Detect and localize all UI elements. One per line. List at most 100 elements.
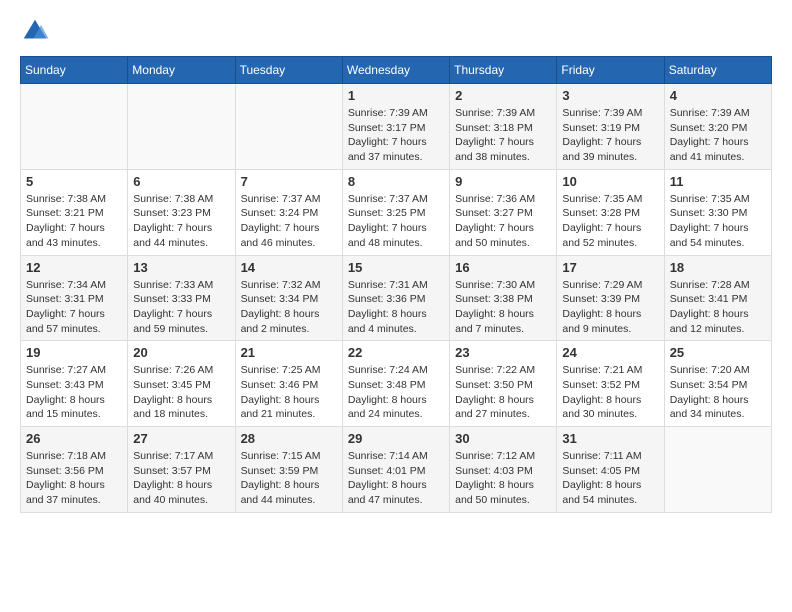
day-number: 6 bbox=[133, 174, 229, 189]
day-number: 18 bbox=[670, 260, 766, 275]
day-info: Sunrise: 7:38 AM Sunset: 3:21 PM Dayligh… bbox=[26, 192, 122, 251]
calendar-cell: 4 Sunrise: 7:39 AM Sunset: 3:20 PM Daylig… bbox=[664, 84, 771, 170]
calendar-week-1: 5 Sunrise: 7:38 AM Sunset: 3:21 PM Daylig… bbox=[21, 169, 772, 255]
calendar-cell: 28Sunrise: 7:15 AM Sunset: 3:59 PM Dayli… bbox=[235, 427, 342, 513]
day-number: 20 bbox=[133, 345, 229, 360]
day-number: 30 bbox=[455, 431, 551, 446]
day-info: Sunrise: 7:12 AM Sunset: 4:03 PM Dayligh… bbox=[455, 449, 551, 508]
day-number: 14 bbox=[241, 260, 337, 275]
day-info: Sunrise: 7:17 AM Sunset: 3:57 PM Dayligh… bbox=[133, 449, 229, 508]
calendar-cell: 7Sunrise: 7:37 AM Sunset: 3:24 PM Daylig… bbox=[235, 169, 342, 255]
day-number: 26 bbox=[26, 431, 122, 446]
day-info: Sunrise: 7:24 AM Sunset: 3:48 PM Dayligh… bbox=[348, 363, 444, 422]
day-info: Sunrise: 7:33 AM Sunset: 3:33 PM Dayligh… bbox=[133, 278, 229, 337]
calendar-cell: 5 Sunrise: 7:38 AM Sunset: 3:21 PM Daylig… bbox=[21, 169, 128, 255]
calendar-cell bbox=[664, 427, 771, 513]
calendar-cell bbox=[21, 84, 128, 170]
calendar-cell: 10 Sunrise: 7:35 AM Sunset: 3:28 PM Dayli… bbox=[557, 169, 664, 255]
day-info: Sunrise: 7:39 AM Sunset: 3:19 PM Dayligh… bbox=[562, 106, 658, 165]
day-number: 2 bbox=[455, 88, 551, 103]
day-info: Sunrise: 7:38 AM Sunset: 3:23 PM Dayligh… bbox=[133, 192, 229, 251]
day-info: Sunrise: 7:26 AM Sunset: 3:45 PM Dayligh… bbox=[133, 363, 229, 422]
day-number: 5 bbox=[26, 174, 122, 189]
day-info: Sunrise: 7:14 AM Sunset: 4:01 PM Dayligh… bbox=[348, 449, 444, 508]
calendar-cell: 31Sunrise: 7:11 AM Sunset: 4:05 PM Dayli… bbox=[557, 427, 664, 513]
day-info: Sunrise: 7:36 AM Sunset: 3:27 PM Dayligh… bbox=[455, 192, 551, 251]
calendar-cell: 18 Sunrise: 7:28 AM Sunset: 3:41 PM Dayli… bbox=[664, 255, 771, 341]
day-number: 9 bbox=[455, 174, 551, 189]
day-info: Sunrise: 7:34 AM Sunset: 3:31 PM Dayligh… bbox=[26, 278, 122, 337]
calendar-cell: 11 Sunrise: 7:35 AM Sunset: 3:30 PM Dayli… bbox=[664, 169, 771, 255]
day-number: 13 bbox=[133, 260, 229, 275]
calendar-cell: 20 Sunrise: 7:26 AM Sunset: 3:45 PM Dayli… bbox=[128, 341, 235, 427]
calendar-cell: 29 Sunrise: 7:14 AM Sunset: 4:01 PM Dayli… bbox=[342, 427, 449, 513]
calendar-cell: 15 Sunrise: 7:31 AM Sunset: 3:36 PM Dayli… bbox=[342, 255, 449, 341]
calendar-cell: 6 Sunrise: 7:38 AM Sunset: 3:23 PM Daylig… bbox=[128, 169, 235, 255]
day-info: Sunrise: 7:27 AM Sunset: 3:43 PM Dayligh… bbox=[26, 363, 122, 422]
day-info: Sunrise: 7:39 AM Sunset: 3:20 PM Dayligh… bbox=[670, 106, 766, 165]
day-info: Sunrise: 7:37 AM Sunset: 3:24 PM Dayligh… bbox=[241, 192, 337, 251]
day-info: Sunrise: 7:11 AM Sunset: 4:05 PM Dayligh… bbox=[562, 449, 658, 508]
day-number: 1 bbox=[348, 88, 444, 103]
day-info: Sunrise: 7:31 AM Sunset: 3:36 PM Dayligh… bbox=[348, 278, 444, 337]
calendar-week-2: 12 Sunrise: 7:34 AM Sunset: 3:31 PM Dayli… bbox=[21, 255, 772, 341]
day-number: 11 bbox=[670, 174, 766, 189]
calendar-cell: 27Sunrise: 7:17 AM Sunset: 3:57 PM Dayli… bbox=[128, 427, 235, 513]
day-number: 15 bbox=[348, 260, 444, 275]
calendar-cell: 21 Sunrise: 7:25 AM Sunset: 3:46 PM Dayli… bbox=[235, 341, 342, 427]
calendar-cell: 30 Sunrise: 7:12 AM Sunset: 4:03 PM Dayli… bbox=[450, 427, 557, 513]
day-info: Sunrise: 7:35 AM Sunset: 3:30 PM Dayligh… bbox=[670, 192, 766, 251]
calendar-cell: 23 Sunrise: 7:22 AM Sunset: 3:50 PM Dayli… bbox=[450, 341, 557, 427]
day-info: Sunrise: 7:25 AM Sunset: 3:46 PM Dayligh… bbox=[241, 363, 337, 422]
weekday-header-friday: Friday bbox=[557, 57, 664, 84]
day-number: 21 bbox=[241, 345, 337, 360]
day-info: Sunrise: 7:37 AM Sunset: 3:25 PM Dayligh… bbox=[348, 192, 444, 251]
day-info: Sunrise: 7:39 AM Sunset: 3:18 PM Dayligh… bbox=[455, 106, 551, 165]
day-info: Sunrise: 7:32 AM Sunset: 3:34 PM Dayligh… bbox=[241, 278, 337, 337]
day-number: 16 bbox=[455, 260, 551, 275]
calendar-cell: 9 Sunrise: 7:36 AM Sunset: 3:27 PM Daylig… bbox=[450, 169, 557, 255]
calendar-cell bbox=[128, 84, 235, 170]
logo bbox=[20, 16, 54, 46]
calendar-week-3: 19 Sunrise: 7:27 AM Sunset: 3:43 PM Dayli… bbox=[21, 341, 772, 427]
day-info: Sunrise: 7:28 AM Sunset: 3:41 PM Dayligh… bbox=[670, 278, 766, 337]
calendar-cell: 19 Sunrise: 7:27 AM Sunset: 3:43 PM Dayli… bbox=[21, 341, 128, 427]
calendar-cell: 16 Sunrise: 7:30 AM Sunset: 3:38 PM Dayli… bbox=[450, 255, 557, 341]
day-info: Sunrise: 7:15 AM Sunset: 3:59 PM Dayligh… bbox=[241, 449, 337, 508]
calendar-cell bbox=[235, 84, 342, 170]
weekday-header-tuesday: Tuesday bbox=[235, 57, 342, 84]
day-info: Sunrise: 7:29 AM Sunset: 3:39 PM Dayligh… bbox=[562, 278, 658, 337]
day-number: 29 bbox=[348, 431, 444, 446]
page: SundayMondayTuesdayWednesdayThursdayFrid… bbox=[0, 0, 792, 533]
day-number: 8 bbox=[348, 174, 444, 189]
calendar-cell: 14 Sunrise: 7:32 AM Sunset: 3:34 PM Dayli… bbox=[235, 255, 342, 341]
weekday-header-row: SundayMondayTuesdayWednesdayThursdayFrid… bbox=[21, 57, 772, 84]
calendar-cell: 17 Sunrise: 7:29 AM Sunset: 3:39 PM Dayli… bbox=[557, 255, 664, 341]
day-number: 4 bbox=[670, 88, 766, 103]
day-info: Sunrise: 7:22 AM Sunset: 3:50 PM Dayligh… bbox=[455, 363, 551, 422]
day-info: Sunrise: 7:20 AM Sunset: 3:54 PM Dayligh… bbox=[670, 363, 766, 422]
calendar-cell: 3 Sunrise: 7:39 AM Sunset: 3:19 PM Daylig… bbox=[557, 84, 664, 170]
calendar-cell: 8 Sunrise: 7:37 AM Sunset: 3:25 PM Daylig… bbox=[342, 169, 449, 255]
calendar-cell: 1Sunrise: 7:39 AM Sunset: 3:17 PM Daylig… bbox=[342, 84, 449, 170]
calendar-week-4: 26 Sunrise: 7:18 AM Sunset: 3:56 PM Dayli… bbox=[21, 427, 772, 513]
calendar-week-0: 1Sunrise: 7:39 AM Sunset: 3:17 PM Daylig… bbox=[21, 84, 772, 170]
day-info: Sunrise: 7:35 AM Sunset: 3:28 PM Dayligh… bbox=[562, 192, 658, 251]
day-number: 22 bbox=[348, 345, 444, 360]
day-number: 10 bbox=[562, 174, 658, 189]
logo-icon bbox=[20, 16, 50, 46]
calendar-table: SundayMondayTuesdayWednesdayThursdayFrid… bbox=[20, 56, 772, 513]
day-number: 12 bbox=[26, 260, 122, 275]
calendar-cell: 24Sunrise: 7:21 AM Sunset: 3:52 PM Dayli… bbox=[557, 341, 664, 427]
day-number: 3 bbox=[562, 88, 658, 103]
day-number: 17 bbox=[562, 260, 658, 275]
day-number: 25 bbox=[670, 345, 766, 360]
weekday-header-saturday: Saturday bbox=[664, 57, 771, 84]
weekday-header-wednesday: Wednesday bbox=[342, 57, 449, 84]
day-number: 23 bbox=[455, 345, 551, 360]
weekday-header-monday: Monday bbox=[128, 57, 235, 84]
calendar-cell: 22 Sunrise: 7:24 AM Sunset: 3:48 PM Dayli… bbox=[342, 341, 449, 427]
day-info: Sunrise: 7:18 AM Sunset: 3:56 PM Dayligh… bbox=[26, 449, 122, 508]
day-info: Sunrise: 7:30 AM Sunset: 3:38 PM Dayligh… bbox=[455, 278, 551, 337]
day-number: 19 bbox=[26, 345, 122, 360]
